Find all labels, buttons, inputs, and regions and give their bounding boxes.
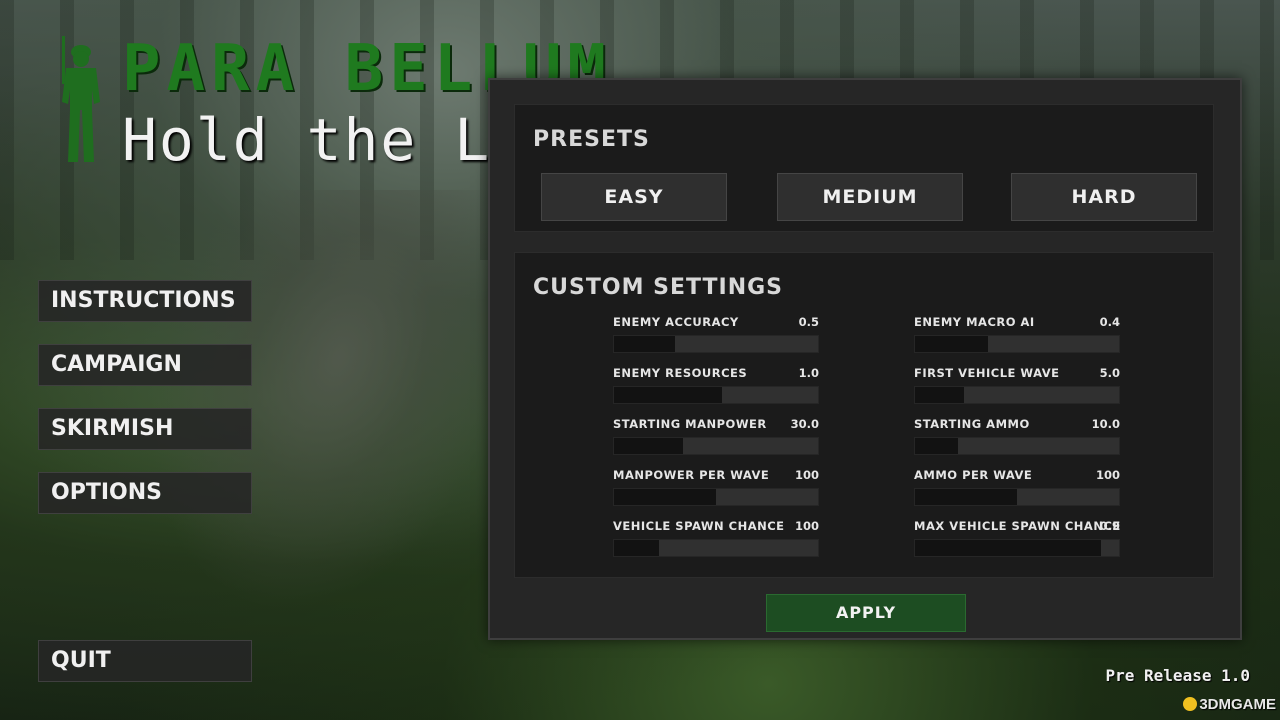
enemy-resources-setting: ENEMY RESOURCES 1.0 <box>613 366 819 412</box>
quit-button[interactable]: QUIT <box>38 640 252 682</box>
slider-fill <box>614 540 659 556</box>
setting-value: 30.0 <box>790 417 819 431</box>
ammo-per-wave-slider[interactable] <box>914 488 1120 506</box>
watermark: 3DMGAME <box>1183 696 1276 713</box>
campaign-button[interactable]: CAMPAIGN <box>38 344 252 386</box>
slider-fill <box>915 438 958 454</box>
enemy-accuracy-slider[interactable] <box>613 335 819 353</box>
slider-fill <box>915 387 964 403</box>
setting-value: 0.5 <box>798 315 819 329</box>
enemy-macro-ai-setting: ENEMY MACRO AI 0.4 <box>914 315 1120 361</box>
slider-fill <box>915 540 1101 556</box>
presets-section: PRESETS EASY MEDIUM HARD <box>514 104 1214 232</box>
slider-fill <box>614 387 723 403</box>
starting-ammo-setting: STARTING AMMO 10.0 <box>914 417 1120 463</box>
slider-fill <box>614 438 684 454</box>
max-vehicle-spawn-chance-slider[interactable] <box>914 539 1120 557</box>
instructions-button[interactable]: INSTRUCTIONS <box>38 280 252 322</box>
slider-fill <box>915 336 989 352</box>
setting-value: 0.4 <box>1099 315 1120 329</box>
setting-value: 10.0 <box>1091 417 1120 431</box>
preset-medium-button[interactable]: MEDIUM <box>777 173 963 221</box>
preset-hard-button[interactable]: HARD <box>1011 173 1197 221</box>
preset-easy-button[interactable]: EASY <box>541 173 727 221</box>
setting-label: STARTING MANPOWER <box>613 417 767 431</box>
setting-value: 5.0 <box>1099 366 1120 380</box>
setting-value: 100 <box>794 519 819 533</box>
setting-value: 0.9 <box>1099 519 1120 533</box>
slider-fill <box>915 489 1017 505</box>
setting-label: ENEMY RESOURCES <box>613 366 748 380</box>
setting-label: ENEMY ACCURACY <box>613 315 739 329</box>
setting-value: 100 <box>1095 468 1120 482</box>
max-vehicle-spawn-chance-setting: MAX VEHICLE SPAWN CHANCE 0.9 <box>914 519 1120 565</box>
manpower-per-wave-slider[interactable] <box>613 488 819 506</box>
presets-title: PRESETS <box>533 127 650 152</box>
first-vehicle-wave-setting: FIRST VEHICLE WAVE 5.0 <box>914 366 1120 412</box>
slider-fill <box>614 336 676 352</box>
enemy-macro-ai-slider[interactable] <box>914 335 1120 353</box>
skirmish-button[interactable]: SKIRMISH <box>38 408 252 450</box>
starting-ammo-slider[interactable] <box>914 437 1120 455</box>
vehicle-spawn-chance-setting: VEHICLE SPAWN CHANCE 100 <box>613 519 819 565</box>
setting-label: ENEMY MACRO AI <box>914 315 1035 329</box>
setting-label: FIRST VEHICLE WAVE <box>914 366 1060 380</box>
setting-label: STARTING AMMO <box>914 417 1030 431</box>
custom-settings-title: CUSTOM SETTINGS <box>533 275 784 300</box>
starting-manpower-setting: STARTING MANPOWER 30.0 <box>613 417 819 463</box>
soldier-icon <box>62 36 100 162</box>
first-vehicle-wave-slider[interactable] <box>914 386 1120 404</box>
enemy-accuracy-setting: ENEMY ACCURACY 0.5 <box>613 315 819 361</box>
setting-value: 100 <box>794 468 819 482</box>
enemy-resources-slider[interactable] <box>613 386 819 404</box>
options-panel: PRESETS EASY MEDIUM HARD CUSTOM SETTINGS… <box>488 78 1242 640</box>
watermark-text: 3DMGAME <box>1199 696 1276 713</box>
ammo-per-wave-setting: AMMO PER WAVE 100 <box>914 468 1120 514</box>
options-button[interactable]: OPTIONS <box>38 472 252 514</box>
custom-settings-section: CUSTOM SETTINGS ENEMY ACCURACY 0.5 ENEMY… <box>514 252 1214 578</box>
setting-label: MAX VEHICLE SPAWN CHANCE <box>914 519 1121 533</box>
apply-button[interactable]: APPLY <box>766 594 966 632</box>
setting-label: VEHICLE SPAWN CHANCE <box>613 519 785 533</box>
vehicle-spawn-chance-slider[interactable] <box>613 539 819 557</box>
manpower-per-wave-setting: MANPOWER PER WAVE 100 <box>613 468 819 514</box>
setting-label: AMMO PER WAVE <box>914 468 1033 482</box>
watermark-logo-icon <box>1183 697 1198 711</box>
slider-fill <box>614 489 716 505</box>
setting-label: MANPOWER PER WAVE <box>613 468 770 482</box>
version-label: Pre Release 1.0 <box>1105 666 1251 685</box>
starting-manpower-slider[interactable] <box>613 437 819 455</box>
setting-value: 1.0 <box>798 366 819 380</box>
